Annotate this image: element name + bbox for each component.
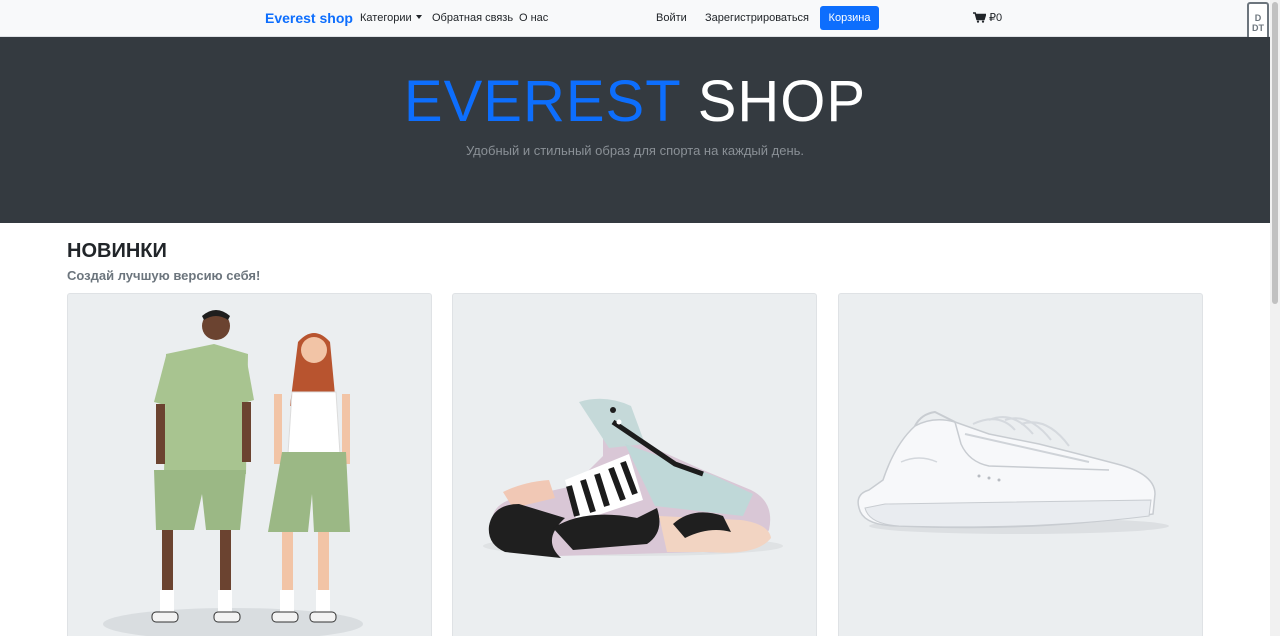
nav-categories-dropdown[interactable]: Категории — [360, 12, 422, 24]
caret-down-icon — [415, 15, 422, 19]
section-title: НОВИНКИ — [67, 240, 167, 262]
product-card-3[interactable] — [838, 293, 1203, 636]
register-link[interactable]: Зарегистрироваться — [705, 12, 809, 24]
brand-link[interactable]: Everest shop — [265, 10, 353, 26]
navbar: Everest shop Категории Обратная связь О … — [0, 0, 1270, 37]
shopping-cart-icon — [973, 12, 986, 23]
nav-categories-label: Категории — [360, 12, 412, 24]
product-image-chunky-sneaker — [483, 398, 783, 558]
login-link[interactable]: Войти — [656, 12, 687, 24]
section-subtitle: Создай лучшую версию себя! — [67, 268, 261, 283]
nav-about-link[interactable]: О нас — [519, 12, 548, 24]
cart-button[interactable]: Корзина — [820, 6, 879, 30]
product-card-2[interactable] — [452, 293, 817, 636]
hero-title-accent: EVEREST — [403, 69, 681, 134]
hero-title-main: SHOP — [697, 69, 867, 134]
page-scrollbar[interactable] — [1270, 0, 1280, 636]
nav-feedback-link[interactable]: Обратная связь — [432, 12, 513, 24]
cart-total-value: ₽0 — [989, 12, 1003, 24]
product-image-white-sneaker — [857, 410, 1169, 534]
product-image-apparel — [103, 310, 363, 636]
side-widget-line1: D — [1254, 13, 1262, 23]
cart-total-link[interactable]: ₽0 — [973, 11, 1002, 24]
hero-subtitle: Удобный и стильный образ для спорта на к… — [465, 143, 805, 158]
side-widget-line2: DT — [1252, 23, 1264, 33]
hero-title: EVEREST SHOP — [0, 67, 1270, 137]
scrollbar-thumb[interactable] — [1272, 2, 1278, 304]
hero-banner: EVEREST SHOP Удобный и стильный образ дл… — [0, 37, 1270, 223]
product-card-1[interactable] — [67, 293, 432, 636]
